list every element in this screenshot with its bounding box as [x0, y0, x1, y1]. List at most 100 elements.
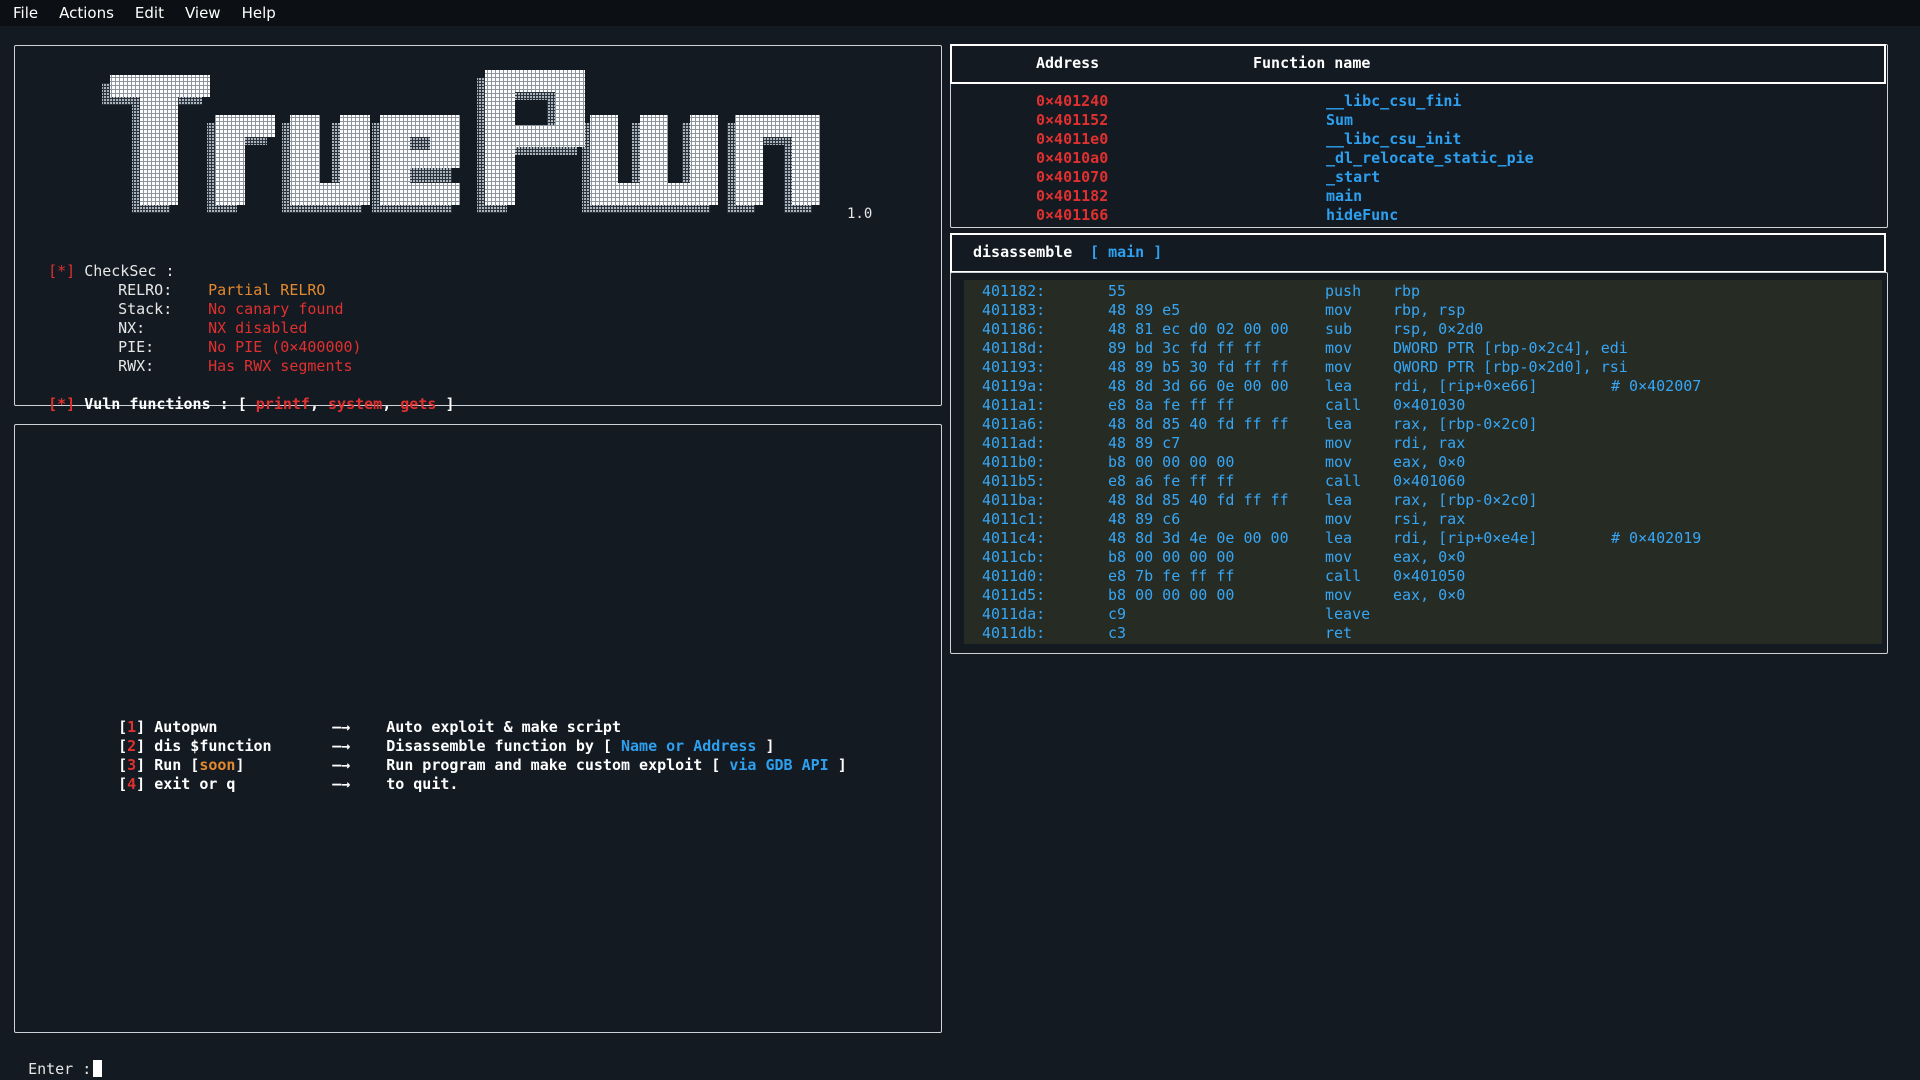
asm-op: ret: [1325, 624, 1353, 642]
target-close: ]: [1153, 243, 1163, 261]
asm-args: 0×401050: [1393, 567, 1466, 585]
asm-args: [1393, 624, 1611, 643]
asm-row[interactable]: 4011d0: e8 7b fe ff ff call 0×401050: [964, 567, 1882, 586]
asm-row[interactable]: 4011b5: e8 a6 fe ff ff call 0×401060: [964, 472, 1882, 491]
asm-bytes: 89 bd 3c fd ff ff: [1108, 339, 1262, 357]
asm-bytes: e8 7b fe ff ff: [1108, 567, 1235, 585]
asm-row[interactable]: 4011c4: 48 8d 3d 4e 0e 00 00 lea rdi, [rip+…: [964, 529, 1882, 548]
asm-bytes: e8 a6 fe ff ff: [1108, 472, 1235, 490]
asm-addr: 40119a:: [982, 377, 1046, 395]
table-row[interactable]: 0×401166 hideFunc: [1036, 206, 1534, 225]
asm-args: rsp, 0×2d0: [1393, 320, 1484, 338]
asm-row[interactable]: 401183: 48 89 e5 mov rbp, rsp: [964, 301, 1882, 320]
asm-op: call: [1325, 567, 1362, 585]
asm-row[interactable]: 40119a: 48 8d 3d 66 0e 00 00 lea rdi, [rip+…: [964, 377, 1882, 396]
menu-bar: File Actions Edit View Help: [0, 0, 1920, 26]
menu-option-4[interactable]: [4] exit or q —→ to quit.: [100, 756, 458, 794]
vuln-close: ]: [445, 395, 455, 413]
version-label: 1.0: [847, 206, 873, 222]
asm-op: mov: [1325, 358, 1353, 376]
asm-bytes: 48 8d 85 40 fd ff ff: [1108, 491, 1289, 509]
asm-addr: 4011db:: [982, 624, 1046, 642]
table-row[interactable]: 0×4010a0 _dl_relocate_static_pie: [1036, 149, 1534, 168]
asm-row[interactable]: 4011a1: e8 8a fe ff ff call 0×401030: [964, 396, 1882, 415]
input-prompt[interactable]: Enter :: [10, 1041, 103, 1079]
asm-op: mov: [1325, 434, 1353, 452]
asm-args: rax, [rbp-0×2c0]: [1393, 415, 1538, 433]
table-row[interactable]: 0×401152 Sum: [1036, 111, 1534, 130]
asm-op: mov: [1325, 510, 1353, 528]
menu-edit[interactable]: Edit: [122, 4, 172, 22]
disassemble-target: main: [1108, 243, 1145, 261]
asm-row[interactable]: 4011c1: 48 89 c6 mov rsi, rax: [964, 510, 1882, 529]
menu-actions[interactable]: Actions: [46, 4, 122, 22]
logo-art: [102, 70, 820, 213]
asm-row[interactable]: 4011a6: 48 8d 85 40 fd ff ff lea rax, [rbp-…: [964, 415, 1882, 434]
asm-row[interactable]: 401182: 55 push rbp: [964, 282, 1882, 301]
fn-name: hideFunc: [1326, 206, 1399, 224]
menu-view[interactable]: View: [172, 4, 229, 22]
fn-address: 0×401070: [1036, 168, 1109, 186]
asm-bytes: c9: [1108, 605, 1127, 623]
asm-args: DWORD PTR [rbp-0×2c4], edi: [1393, 339, 1628, 357]
asm-cmt: # 0×402007: [1611, 377, 1702, 395]
table-row[interactable]: 0×401070 _start: [1036, 168, 1534, 187]
asm-op: lea: [1325, 415, 1353, 433]
asm-args: rsi, rax: [1393, 510, 1466, 528]
fn-address: 0×401182: [1036, 187, 1109, 205]
truepwn-logo: [100, 70, 860, 228]
checksec-row-rwx: RWX: Has RWX segments: [100, 338, 353, 376]
asm-addr: 4011a6:: [982, 415, 1046, 433]
asm-op: lea: [1325, 377, 1353, 395]
asm-row[interactable]: 4011b0: b8 00 00 00 00 mov eax, 0×0: [964, 453, 1882, 472]
prompt-label: Enter :: [28, 1060, 92, 1078]
asm-addr: 40118d:: [982, 339, 1046, 357]
asm-op: lea: [1325, 529, 1353, 547]
fn-address: 0×4010a0: [1036, 149, 1109, 167]
menu-help[interactable]: Help: [229, 4, 284, 22]
asm-bytes: 48 89 e5: [1108, 301, 1181, 319]
asm-args: rdi, rax: [1393, 434, 1466, 452]
asm-addr: 4011ba:: [982, 491, 1046, 509]
asm-op: call: [1325, 472, 1362, 490]
asm-bytes: 48 81 ec d0 02 00 00: [1108, 320, 1289, 338]
asm-row[interactable]: 4011da: c9 leave: [964, 605, 1882, 624]
asm-op: call: [1325, 396, 1362, 414]
asm-row[interactable]: 4011d5: b8 00 00 00 00 mov eax, 0×0: [964, 586, 1882, 605]
asm-row[interactable]: 4011ba: 48 8d 85 40 fd ff ff lea rax, [rbp-…: [964, 491, 1882, 510]
table-row[interactable]: 0×401182 main: [1036, 187, 1534, 206]
asm-bytes: 48 8d 3d 66 0e 00 00: [1108, 377, 1289, 395]
asm-bytes: 48 8d 85 40 fd ff ff: [1108, 415, 1289, 433]
function-name-column-header: Function name: [1253, 54, 1371, 72]
menu-file[interactable]: File: [0, 4, 46, 22]
asm-args: rbp, rsp: [1393, 301, 1466, 319]
disassemble-header: disassemble [ main ]: [950, 233, 1886, 273]
table-row[interactable]: 0×401240 __libc_csu_fini: [1036, 92, 1534, 111]
vuln-functions-line: [*] Vuln functions : [ printf, system, g…: [48, 395, 455, 413]
asm-row[interactable]: 4011ad: 48 89 c7 mov rdi, rax: [964, 434, 1882, 453]
asm-row[interactable]: 4011cb: b8 00 00 00 00 mov eax, 0×0: [964, 548, 1882, 567]
asm-addr: 401186:: [982, 320, 1046, 338]
asm-op: mov: [1325, 301, 1353, 319]
functions-header: Address Function name: [950, 44, 1886, 84]
asm-args: eax, 0×0: [1393, 453, 1466, 471]
fn-name: Sum: [1326, 111, 1354, 129]
fn-address: 0×401166: [1036, 206, 1109, 224]
asm-addr: 4011c4:: [982, 529, 1046, 547]
asm-row[interactable]: 4011db: c3 ret: [964, 624, 1882, 643]
functions-table: 0×401240 __libc_csu_fini 0×401152 Sum 0×40…: [1036, 92, 1534, 225]
vuln-fn-printf: printf: [255, 395, 310, 413]
fn-name: _dl_relocate_static_pie: [1326, 149, 1534, 167]
option-3-highlight: via GDB API: [729, 756, 829, 774]
option-3-desc-end: ]: [837, 756, 847, 774]
asm-addr: 4011d0:: [982, 567, 1046, 585]
table-row[interactable]: 0×4011e0 __libc_csu_init: [1036, 130, 1534, 149]
asm-args: QWORD PTR [rbp-0×2d0], rsi: [1393, 358, 1628, 376]
asm-addr: 4011d5:: [982, 586, 1046, 604]
asm-op: mov: [1325, 339, 1353, 357]
asm-op: push: [1325, 282, 1362, 300]
asm-row[interactable]: 401193: 48 89 b5 30 fd ff ff mov QWORD PTR …: [964, 358, 1882, 377]
fn-address: 0×401240: [1036, 92, 1109, 110]
asm-row[interactable]: 40118d: 89 bd 3c fd ff ff mov DWORD PTR [rb…: [964, 339, 1882, 358]
asm-row[interactable]: 401186: 48 81 ec d0 02 00 00 sub rsp, 0×2d0: [964, 320, 1882, 339]
